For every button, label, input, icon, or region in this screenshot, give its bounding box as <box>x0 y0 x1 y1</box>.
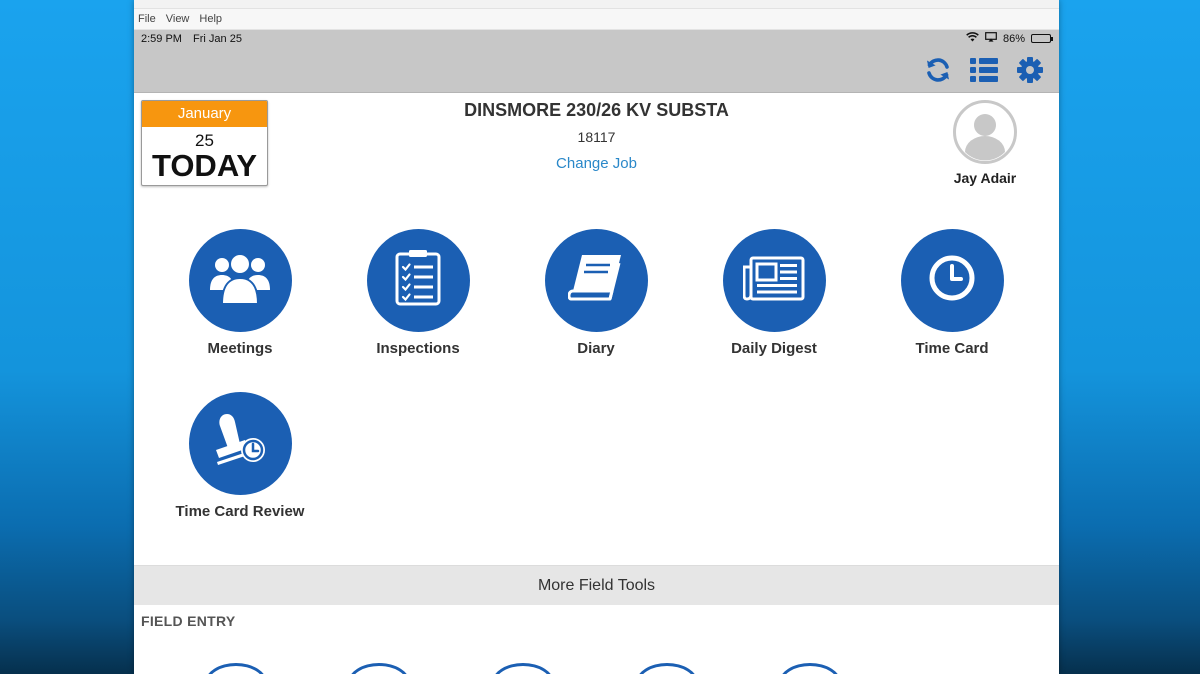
status-right: 86% <box>966 32 1053 45</box>
menu-file[interactable]: File <box>138 13 156 25</box>
status-time: 2:59 PM <box>141 32 182 45</box>
user-profile[interactable]: Jay Adair <box>937 100 1033 186</box>
field-entry-tool-partial[interactable] <box>348 663 410 674</box>
device-status-bar: 2:59 PM Fri Jan 25 86% <box>134 30 1059 47</box>
tool-time-card-review[interactable]: Time Card Review <box>160 392 320 520</box>
battery-icon <box>1031 34 1053 43</box>
desktop-background-edge <box>0 320 14 460</box>
field-entry-tool-partial[interactable] <box>636 663 698 674</box>
tool-label: Meetings <box>207 340 273 357</box>
tool-daily-digest[interactable]: Daily Digest <box>694 229 854 357</box>
menu-bar: File View Help <box>134 9 1059 30</box>
tool-label: Time Card Review <box>175 503 305 520</box>
job-header: January 25 TODAY DINSMORE 230/26 KV SUBS… <box>134 93 1059 201</box>
gear-icon[interactable] <box>1015 55 1045 85</box>
change-job-link[interactable]: Change Job <box>556 155 637 172</box>
job-number: 18117 <box>577 129 616 145</box>
tool-circle <box>188 392 292 495</box>
tool-label: Inspections <box>376 340 460 357</box>
tool-diary[interactable]: Diary <box>516 229 676 357</box>
window-titlebar[interactable] <box>134 0 1059 9</box>
app-toolbar <box>134 47 1059 93</box>
tool-label: Daily Digest <box>731 340 817 357</box>
menu-help[interactable]: Help <box>199 13 222 25</box>
clock-icon <box>928 254 976 307</box>
status-left: 2:59 PM Fri Jan 25 <box>141 33 250 45</box>
list-icon[interactable] <box>969 55 999 85</box>
tool-time-card[interactable]: Time Card <box>872 229 1032 357</box>
tool-circle <box>544 229 648 332</box>
tool-label: Time Card <box>915 340 989 357</box>
newspaper-icon <box>742 255 805 306</box>
wifi-icon <box>966 32 979 45</box>
job-info: DINSMORE 230/26 KV SUBSTA 18117 Change J… <box>134 100 1059 173</box>
checklist-icon <box>395 250 441 311</box>
airplay-icon <box>985 32 997 45</box>
avatar[interactable] <box>953 100 1017 164</box>
field-entry-tool-partial[interactable] <box>492 663 554 674</box>
tool-circle <box>188 229 292 332</box>
people-icon <box>209 250 271 311</box>
field-entry-tool-partial[interactable] <box>205 663 267 674</box>
tool-label: Diary <box>577 340 615 357</box>
more-field-tools-button[interactable]: More Field Tools <box>134 565 1059 605</box>
book-icon <box>567 253 624 308</box>
section-field-entry: FIELD ENTRY <box>141 613 236 629</box>
tool-circle <box>722 229 826 332</box>
sync-icon[interactable] <box>923 55 953 85</box>
status-date: Fri Jan 25 <box>193 32 242 45</box>
job-title: DINSMORE 230/26 KV SUBSTA <box>464 100 729 120</box>
tool-circle <box>366 229 470 332</box>
app-window: File View Help 2:59 PM Fri Jan 25 86% Ja… <box>134 0 1059 674</box>
field-entry-tool-partial[interactable] <box>779 663 841 674</box>
tool-inspections[interactable]: Inspections <box>338 229 498 357</box>
battery-percent: 86% <box>1002 32 1025 45</box>
user-name: Jay Adair <box>953 170 1017 186</box>
stamp-clock-icon <box>207 408 273 479</box>
menu-view[interactable]: View <box>166 13 190 25</box>
tool-circle <box>900 229 1004 332</box>
tool-meetings[interactable]: Meetings <box>160 229 320 357</box>
